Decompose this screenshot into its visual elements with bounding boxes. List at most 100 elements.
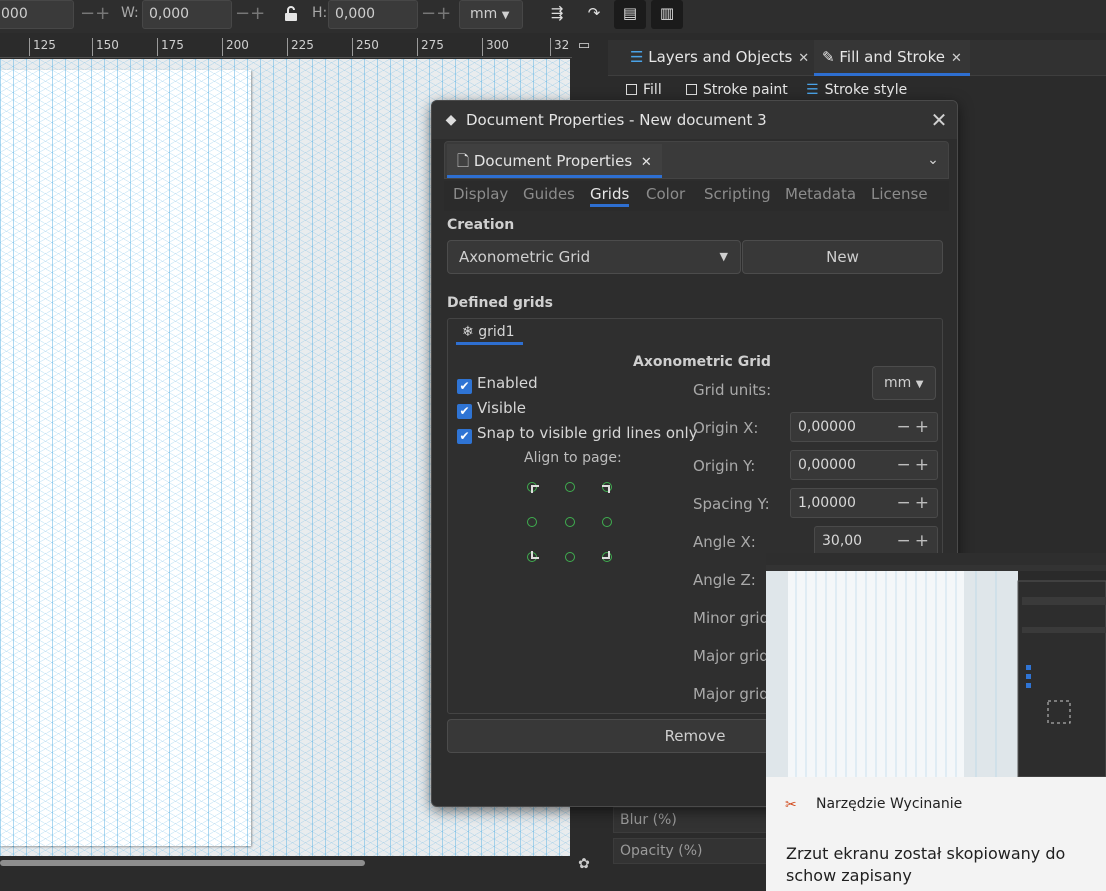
tab-guides[interactable]: Guides	[523, 185, 575, 203]
w-field[interactable]: 0,000	[142, 0, 232, 29]
origin-x-label: Origin X:	[693, 419, 759, 437]
opacity-field[interactable]: Opacity (%)	[613, 838, 773, 864]
document-page[interactable]	[0, 70, 251, 846]
tab-color[interactable]: Color	[646, 185, 685, 203]
enabled-checkbox[interactable]: ✔ Enabled	[457, 374, 538, 394]
ruler-tick: 150	[92, 38, 119, 56]
align-center[interactable]	[565, 517, 575, 527]
stepper-icon[interactable]: −+	[897, 489, 934, 517]
fill-stroke-icon: ✎	[822, 48, 835, 66]
align-middle-left[interactable]	[527, 517, 537, 527]
stepper-icon[interactable]: −+	[897, 527, 934, 555]
snip-message: Zrzut ekranu został skopiowany do schow …	[786, 844, 1066, 885]
close-icon[interactable]: ✕	[798, 51, 809, 66]
grid-icon: ❄	[462, 324, 474, 340]
tab-scripting[interactable]: Scripting	[704, 185, 771, 203]
tab-fill[interactable]: Fill	[626, 82, 662, 98]
scrollbar-thumb[interactable]	[0, 860, 365, 866]
major-grid-label: Major grid	[693, 685, 769, 703]
snip-notification[interactable]: ✂ Narzędzie Wycinanie Zrzut ekranu zosta…	[766, 553, 1106, 891]
dock-tabs: ☰ Layers and Objects ✕ ✎ Fill and Stroke ✕	[608, 40, 1106, 76]
h-stepper[interactable]: −+	[421, 0, 451, 29]
document-icon: 🗋	[457, 152, 470, 170]
h-field[interactable]: 0,000	[328, 0, 418, 29]
ruler-tick: 225	[287, 38, 314, 56]
tab-fill-and-stroke[interactable]: ✎ Fill and Stroke ✕	[814, 40, 970, 76]
snap-visible-checkbox[interactable]: ✔ Snap to visible grid lines only	[457, 424, 698, 444]
screenshot-preview[interactable]	[766, 553, 1106, 778]
creation-label: Creation	[447, 217, 515, 233]
origin-x-value: 0,00000	[798, 419, 856, 435]
checkbox-label: Snap to visible grid lines only	[477, 424, 698, 442]
tab-metadata[interactable]: Metadata	[785, 185, 856, 203]
display-mode-icon[interactable]: ▭	[572, 36, 596, 58]
align-to-page-label: Align to page:	[524, 450, 622, 466]
h-value: 0,000	[335, 6, 376, 22]
opacity-label: Opacity (%)	[620, 843, 703, 859]
align-middle-right[interactable]	[602, 517, 612, 527]
stroke-paint-icon	[686, 84, 697, 95]
stepper-icon[interactable]: −+	[897, 451, 934, 479]
ruler-tick: 32	[550, 38, 569, 56]
blur-field[interactable]: Blur (%)	[613, 807, 773, 833]
blur-label: Blur (%)	[620, 812, 677, 828]
align-bottom-center[interactable]	[565, 552, 575, 562]
tab-label: Fill	[643, 82, 662, 98]
tab-label: Stroke style	[824, 82, 908, 98]
page-corner-icon	[602, 485, 610, 493]
ruler-tick: 125	[29, 38, 56, 56]
screenshot-thumbnail	[766, 553, 1106, 778]
origin-x-field[interactable]: 0,00000 −+	[790, 412, 938, 442]
angle-x-value: 30,00	[822, 533, 863, 549]
tab-license[interactable]: License	[871, 185, 928, 203]
close-icon[interactable]: ✕	[641, 155, 652, 170]
tool-controls-bar: 000 −+ W: 0,000 −+ H: 0,000 −+ mm ▼ ⇶ ↷ …	[0, 0, 1106, 33]
move-gradients-icon[interactable]: ▤	[614, 0, 646, 29]
scale-stroke-icon[interactable]: ⇶	[541, 0, 573, 29]
move-patterns-icon[interactable]: ▥	[651, 0, 683, 29]
origin-y-field[interactable]: 0,00000 −+	[790, 450, 938, 480]
close-icon[interactable]: ✕	[926, 107, 952, 133]
dialog-notebook: 🗋 Document Properties ✕ ⌄	[444, 141, 949, 179]
defined-grids-label: Defined grids	[447, 295, 553, 311]
snipping-tool-icon: ✂	[785, 797, 797, 813]
origin-y-value: 0,00000	[798, 457, 856, 473]
tab-display[interactable]: Display	[453, 185, 508, 203]
spacing-y-value: 1,00000	[798, 495, 856, 511]
angle-z-label: Angle Z:	[693, 571, 756, 589]
caret-down-icon: ▼	[719, 250, 728, 263]
grid-units-dropdown[interactable]: mm ▼	[872, 366, 936, 400]
checkbox-label: Enabled	[477, 374, 538, 392]
ruler-tick: 200	[222, 38, 249, 56]
close-icon[interactable]: ✕	[951, 51, 962, 66]
x-value: 000	[1, 6, 28, 22]
x-field[interactable]: 000	[0, 0, 74, 29]
check-icon: ✔	[457, 404, 472, 419]
new-grid-button[interactable]: New	[742, 240, 943, 274]
tab-stroke-paint[interactable]: Stroke paint	[686, 82, 788, 98]
spacing-y-field[interactable]: 1,00000 −+	[790, 488, 938, 518]
tab-stroke-style[interactable]: ☰ Stroke style	[806, 82, 907, 98]
units-dropdown[interactable]: mm ▼	[459, 0, 523, 29]
lock-open-icon[interactable]	[275, 0, 307, 29]
ruler-tick: 300	[482, 38, 509, 56]
align-top-center[interactable]	[565, 482, 575, 492]
tab-label: Stroke paint	[703, 82, 788, 98]
grid-type-title: Axonometric Grid	[633, 354, 771, 370]
w-label: W:	[121, 5, 139, 21]
stepper-icon[interactable]: −+	[897, 413, 934, 441]
page-corner-icon	[531, 485, 539, 493]
grid-type-dropdown[interactable]: Axonometric Grid ▼	[447, 240, 741, 274]
tab-document-properties[interactable]: 🗋 Document Properties ✕	[447, 144, 662, 178]
tab-grids[interactable]: Grids	[590, 185, 630, 207]
chevron-down-icon[interactable]: ⌄	[920, 142, 946, 178]
visible-checkbox[interactable]: ✔ Visible	[457, 399, 526, 419]
tab-label: Document Properties	[473, 152, 633, 170]
w-stepper[interactable]: −+	[235, 0, 265, 29]
angle-x-field[interactable]: 30,00 −+	[814, 526, 938, 556]
scale-corners-icon[interactable]: ↷	[578, 0, 610, 29]
x-stepper[interactable]: −+	[80, 0, 110, 29]
tab-grid1[interactable]: ❄ grid1	[456, 323, 523, 345]
tab-layers-and-objects[interactable]: ☰ Layers and Objects ✕	[622, 40, 817, 76]
caret-down-icon: ▼	[915, 379, 924, 390]
